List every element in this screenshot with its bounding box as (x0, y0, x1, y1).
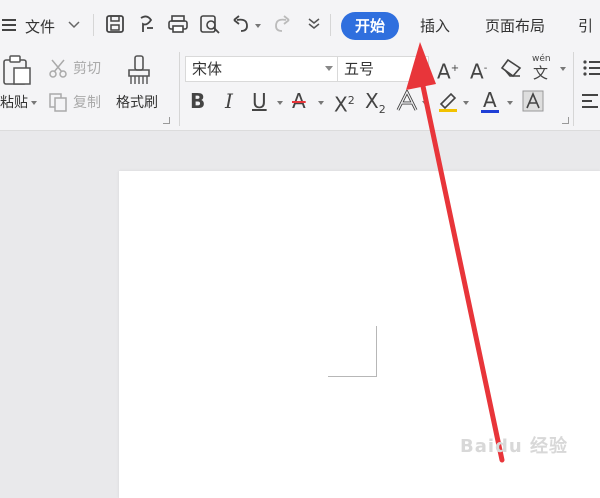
tab-home[interactable]: 开始 (341, 12, 399, 40)
bold-icon[interactable]: B (190, 90, 205, 112)
cut-icon (48, 58, 68, 78)
customize-quick-access-icon[interactable] (308, 18, 320, 30)
paste-icon[interactable] (1, 54, 33, 86)
tab-page-layout[interactable]: 页面布局 (478, 12, 552, 40)
menu-icon[interactable] (2, 18, 18, 32)
font-color-icon[interactable]: A (480, 88, 502, 114)
pinyin-dropdown-icon[interactable] (560, 67, 566, 71)
watermark-text: Baidu 经验 (460, 436, 569, 457)
bullets-icon[interactable] (582, 58, 600, 78)
print-preview-icon[interactable] (199, 14, 221, 34)
copy-icon (48, 92, 68, 112)
font-dialog-launcher[interactable] (562, 117, 569, 124)
strikethrough-dropdown-icon[interactable] (318, 101, 324, 105)
format-painter-button[interactable]: 格式刷 (116, 94, 158, 112)
divider (330, 14, 331, 36)
font-family-value: 宋体 (192, 60, 223, 78)
tab-references[interactable]: 引 (578, 12, 600, 40)
format-painter-icon[interactable] (125, 54, 153, 86)
tab-insert[interactable]: 插入 (412, 12, 458, 40)
subscript-icon[interactable]: X2 (365, 90, 386, 121)
superscript-icon[interactable]: X2 (334, 90, 355, 116)
align-left-icon[interactable] (582, 92, 600, 110)
font-color-dropdown-icon[interactable] (507, 101, 513, 105)
divider (573, 52, 574, 126)
undo-icon[interactable] (231, 14, 251, 34)
clear-format-icon[interactable] (500, 58, 522, 78)
shrink-font-icon[interactable]: A- (470, 58, 487, 83)
clipboard-dialog-launcher[interactable] (163, 117, 170, 124)
copy-button: 复制 (73, 95, 101, 111)
undo-dropdown-icon[interactable] (255, 24, 261, 28)
underline-dropdown-icon[interactable] (277, 101, 283, 105)
chevron-down-icon (325, 66, 333, 71)
underline-icon[interactable]: U (252, 90, 267, 112)
font-size-value: 五号 (344, 60, 375, 78)
paste-button[interactable]: 粘贴 (0, 94, 28, 112)
ribbon: 粘贴 剪切 复制 格式刷 宋体 五号 A+ A- wén 文 B I U A X… (0, 50, 600, 131)
strikethrough-icon[interactable]: A (292, 90, 306, 112)
font-family-select[interactable]: 宋体 (185, 56, 338, 82)
chevron-down-icon[interactable] (68, 21, 80, 29)
print-icon[interactable] (167, 14, 189, 34)
redo-icon (272, 14, 292, 34)
font-size-select[interactable]: 五号 (337, 56, 429, 82)
grow-font-icon[interactable]: A+ (437, 58, 459, 83)
file-menu[interactable]: 文件 (25, 16, 55, 37)
pinyin-character-icon: 文 (533, 64, 549, 82)
divider (179, 52, 180, 126)
italic-icon[interactable]: I (225, 90, 233, 112)
highlight-dropdown-icon[interactable] (463, 101, 469, 105)
quick-access-bar: 文件 开始 插入 页面布局 引 (0, 0, 600, 50)
pinyin-guide-button[interactable]: wén 文 (530, 54, 558, 82)
save-icon[interactable] (105, 14, 125, 34)
paste-dropdown-icon[interactable] (31, 101, 37, 105)
page-margin-marker (328, 326, 377, 377)
text-effect-icon[interactable] (396, 90, 418, 112)
character-shading-icon[interactable] (522, 90, 544, 112)
cut-button: 剪切 (73, 61, 101, 77)
chevron-down-icon (416, 66, 424, 71)
output-pdf-icon[interactable] (137, 14, 157, 34)
highlight-icon[interactable] (437, 90, 459, 112)
divider (93, 14, 94, 36)
text-effect-dropdown-icon[interactable] (422, 101, 428, 105)
